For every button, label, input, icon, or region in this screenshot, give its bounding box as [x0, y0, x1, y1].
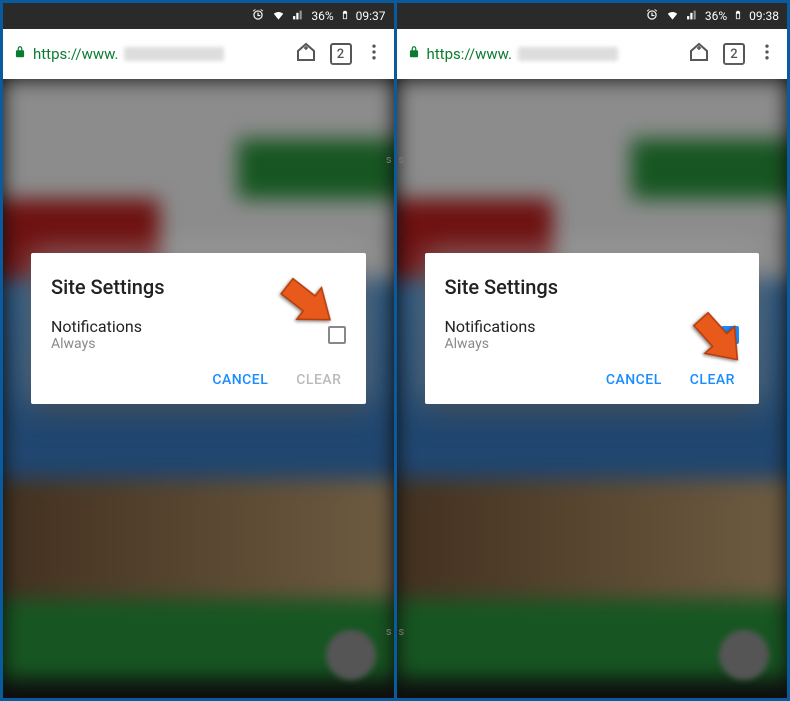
cancel-button[interactable]: CANCEL: [212, 372, 268, 388]
home-icon[interactable]: [687, 40, 711, 68]
url-redacted: [518, 47, 618, 61]
browser-toolbar: https://www. 2: [397, 29, 788, 79]
lock-icon: [13, 45, 27, 63]
address-bar[interactable]: https://www.: [13, 45, 282, 63]
clock: 09:37: [356, 9, 386, 23]
address-bar[interactable]: https://www.: [407, 45, 676, 63]
alarm-icon: [251, 8, 265, 25]
clear-button: CLEAR: [296, 372, 341, 388]
notifications-row[interactable]: Notifications Always: [445, 317, 740, 352]
lock-icon: [407, 45, 421, 63]
battery-icon: [733, 8, 743, 25]
notifications-row[interactable]: Notifications Always: [51, 317, 346, 352]
signal-icon: [292, 8, 305, 25]
tabs-button[interactable]: 2: [723, 43, 745, 65]
clear-button[interactable]: CLEAR: [690, 372, 735, 388]
menu-icon[interactable]: [364, 42, 384, 66]
floating-button-blurred: [719, 630, 769, 680]
site-settings-dialog: Site Settings Notifications Always CANCE…: [31, 253, 366, 404]
url-prefix: https://www.: [427, 45, 512, 63]
battery-icon: [340, 8, 350, 25]
url-prefix: https://www.: [33, 45, 118, 63]
browser-toolbar: https://www. 2: [3, 29, 394, 79]
crop-mark: s: [386, 625, 392, 638]
notifications-label: Notifications: [445, 317, 536, 336]
url-redacted: [124, 47, 224, 61]
crop-mark: s: [399, 625, 405, 638]
tabs-button[interactable]: 2: [330, 43, 352, 65]
status-bar: 36% 09:37: [3, 3, 394, 29]
notifications-checkbox[interactable]: [721, 326, 739, 344]
crop-mark: s: [386, 153, 392, 406]
status-bar: 36% 09:38: [397, 3, 788, 29]
clock: 09:38: [749, 9, 779, 23]
home-icon[interactable]: [294, 40, 318, 68]
notifications-sublabel: Always: [445, 336, 536, 352]
alarm-icon: [645, 8, 659, 25]
floating-button-blurred: [326, 630, 376, 680]
dialog-title: Site Settings: [51, 275, 346, 299]
dialog-title: Site Settings: [445, 275, 740, 299]
site-settings-dialog: Site Settings Notifications Always CANCE…: [425, 253, 760, 404]
battery-percent: 36%: [705, 9, 727, 23]
menu-icon[interactable]: [757, 42, 777, 66]
wifi-icon: [665, 8, 680, 25]
notifications-checkbox[interactable]: [328, 326, 346, 344]
cancel-button[interactable]: CANCEL: [606, 372, 662, 388]
notifications-label: Notifications: [51, 317, 142, 336]
wifi-icon: [271, 8, 286, 25]
battery-percent: 36%: [311, 9, 333, 23]
signal-icon: [686, 8, 699, 25]
crop-mark: s: [399, 153, 405, 406]
notifications-sublabel: Always: [51, 336, 142, 352]
